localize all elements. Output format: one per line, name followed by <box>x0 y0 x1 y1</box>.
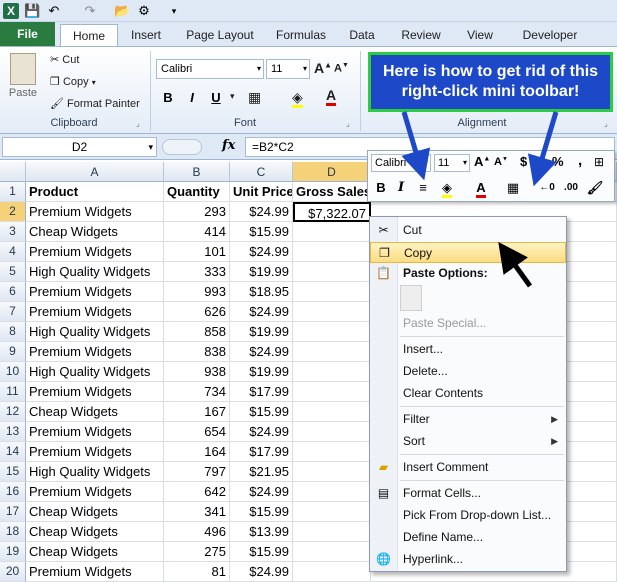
arrow-to-mini-toolbar-left <box>401 111 431 181</box>
arrow-to-copy-item <box>498 241 533 288</box>
arrow-to-mini-toolbar-right <box>527 111 559 187</box>
annotation-arrows <box>401 111 559 288</box>
